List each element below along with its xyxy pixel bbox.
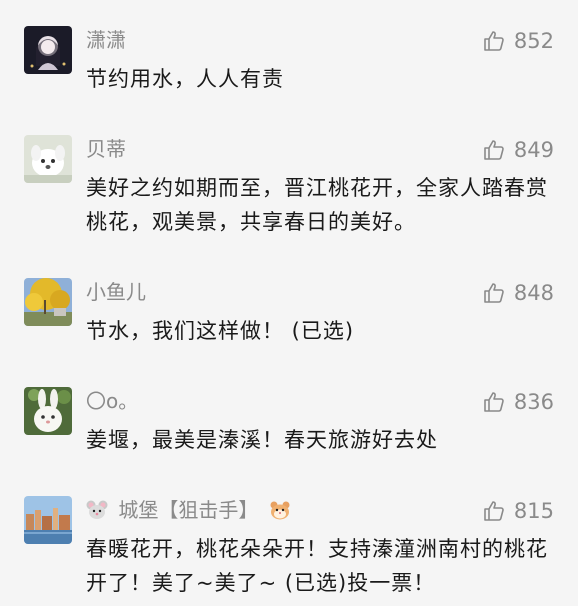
avatar[interactable] [24,278,72,326]
avatar[interactable] [24,135,72,183]
like-button[interactable]: 836 [482,389,554,415]
like-button[interactable]: 852 [482,28,554,54]
avatar[interactable] [24,26,72,74]
like-count: 849 [513,138,554,162]
comment-text: 节水，我们这样做！ (已选) [86,319,355,343]
avatar-rabbit-plush-icon [24,387,72,435]
avatar[interactable] [24,496,72,544]
thumbs-up-icon [484,140,504,160]
username[interactable]: 城堡【狙击手】 [86,498,291,522]
like-count: 848 [513,281,554,305]
thumbs-up-icon [484,31,504,51]
avatar-white-dog-icon [24,135,72,183]
username[interactable]: 贝蒂 [86,137,126,161]
thumbs-up-icon [484,501,504,521]
like-count: 815 [513,499,554,523]
username[interactable]: 小鱼儿 [86,280,146,304]
username[interactable]: 〇o。 [86,389,138,413]
comment-text: 美好之约如期而至，晋江桃花开，全家人踏春赏桃花，观美景，共享春日的美好。 [86,176,548,234]
thumbs-up-icon [484,283,504,303]
avatar-yellow-tree-icon [24,278,72,326]
like-button[interactable]: 849 [482,137,554,163]
avatar-anime-girl-icon [24,26,72,74]
comment-text: 春暖花开，桃花朵朵开！支持溱潼洲南村的桃花开了！美了~美了~ (已选)投一票！ [86,537,548,595]
comment-text: 节约用水，人人有责 [86,67,284,91]
avatar-city-river-icon [24,496,72,544]
username-text: 城堡【狙击手】 [118,498,259,522]
like-count: 836 [513,390,554,414]
thumbs-up-icon [484,392,504,412]
hamster-face-icon [270,501,290,520]
like-button[interactable]: 848 [482,280,554,306]
username[interactable]: 潇潇 [86,28,126,52]
like-button[interactable]: 815 [482,498,554,524]
like-count: 852 [513,29,554,53]
mouse-face-icon [86,500,108,519]
avatar[interactable] [24,387,72,435]
comment-text: 姜堰，最美是溱溪！春天旅游好去处 [86,428,438,452]
